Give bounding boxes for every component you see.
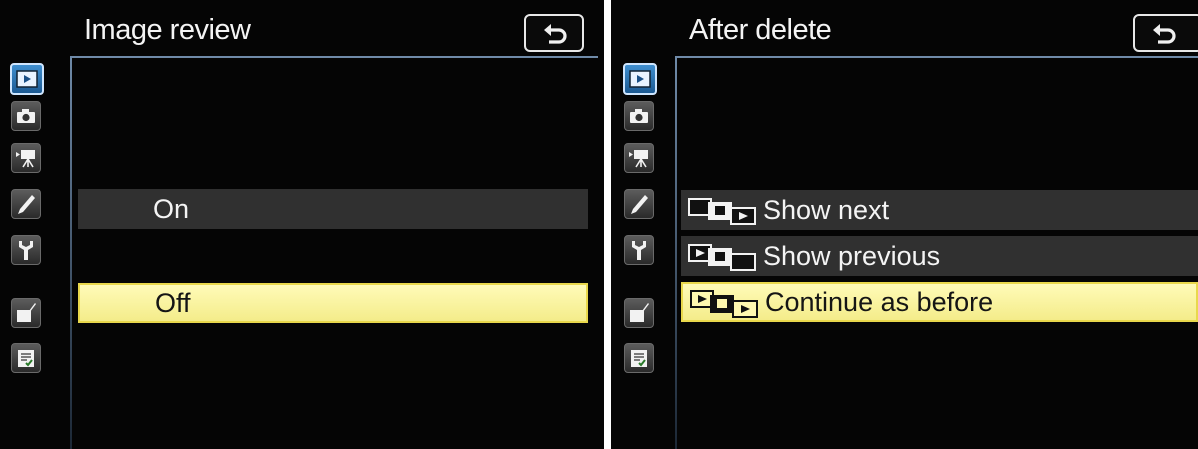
menu-option-label: On bbox=[153, 193, 190, 224]
camera-menu-icon bbox=[630, 109, 648, 123]
wrench-setup-menu-icon bbox=[19, 241, 33, 260]
retouch-menu-icon bbox=[17, 303, 36, 322]
menu-option-on[interactable]: On bbox=[78, 189, 588, 229]
tab-camera-menu[interactable] bbox=[624, 101, 654, 131]
tab-movie-menu[interactable] bbox=[11, 143, 41, 173]
title-divider bbox=[70, 56, 598, 58]
movie-menu-icon bbox=[16, 150, 35, 168]
menu-option-label: Continue as before bbox=[765, 286, 994, 317]
menu-option-label: Off bbox=[155, 287, 191, 318]
show-next-icon bbox=[688, 198, 756, 225]
menu-option-show-next[interactable]: Show next bbox=[681, 190, 1198, 230]
back-button[interactable] bbox=[524, 14, 584, 52]
tab-playback-menu[interactable] bbox=[623, 63, 657, 95]
menu-option-label: Show next bbox=[763, 194, 890, 225]
tab-custom-settings[interactable] bbox=[11, 189, 41, 219]
pencil-custom-settings-icon bbox=[631, 195, 648, 214]
tab-divider bbox=[675, 56, 677, 449]
tab-custom-settings[interactable] bbox=[624, 189, 654, 219]
tab-playback-menu[interactable] bbox=[10, 63, 44, 95]
tab-retouch-menu[interactable] bbox=[11, 298, 41, 328]
page-title: Image review bbox=[84, 14, 251, 46]
return-arrow-icon bbox=[544, 24, 567, 44]
tab-camera-menu[interactable] bbox=[11, 101, 41, 131]
my-menu-icon bbox=[18, 350, 34, 367]
continue-as-before-icon bbox=[690, 290, 758, 318]
back-button[interactable] bbox=[1133, 14, 1198, 52]
menu-option-show-previous[interactable]: Show previous bbox=[681, 236, 1198, 276]
movie-menu-icon bbox=[629, 150, 648, 168]
after-delete-screen: After delete Show next Show previous Con… bbox=[611, 0, 1198, 449]
pencil-custom-settings-icon bbox=[18, 195, 35, 214]
tab-divider bbox=[70, 56, 72, 449]
playback-menu-icon bbox=[629, 70, 651, 88]
menu-option-label: Show previous bbox=[763, 240, 941, 271]
tab-retouch-menu[interactable] bbox=[624, 298, 654, 328]
show-previous-icon bbox=[688, 244, 756, 271]
playback-menu-icon bbox=[16, 70, 38, 88]
wrench-setup-menu-icon bbox=[632, 241, 646, 260]
camera-menu-icon bbox=[17, 109, 35, 123]
page-title: After delete bbox=[689, 14, 832, 46]
my-menu-icon bbox=[631, 350, 647, 367]
title-divider bbox=[675, 56, 1198, 58]
tab-movie-menu[interactable] bbox=[624, 143, 654, 173]
menu-option-continue-as-before[interactable]: Continue as before bbox=[681, 282, 1198, 322]
tab-my-menu[interactable] bbox=[624, 343, 654, 373]
retouch-menu-icon bbox=[630, 303, 649, 322]
tab-setup-menu[interactable] bbox=[11, 235, 41, 265]
tab-setup-menu[interactable] bbox=[624, 235, 654, 265]
return-arrow-icon bbox=[1153, 24, 1176, 44]
tab-my-menu[interactable] bbox=[11, 343, 41, 373]
menu-option-off[interactable]: Off bbox=[78, 283, 588, 323]
image-review-screen: Image review On Off bbox=[0, 0, 604, 449]
